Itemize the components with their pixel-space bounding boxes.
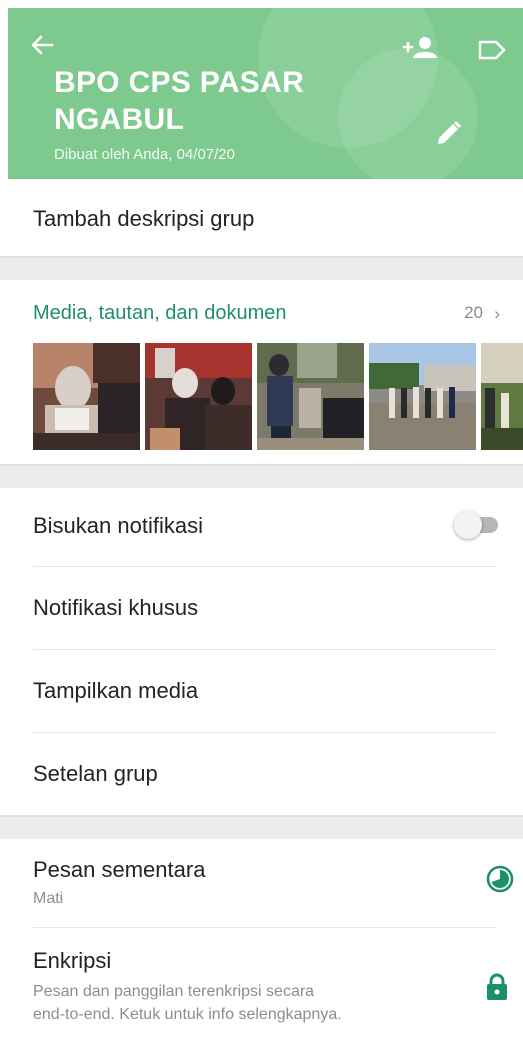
mute-notifications-row[interactable]: Bisukan notifikasi bbox=[0, 488, 523, 566]
arrow-left-icon[interactable] bbox=[28, 32, 56, 60]
section-separator bbox=[0, 815, 523, 839]
add-description-label: Tambah deskripsi grup bbox=[33, 206, 255, 231]
media-count: 20 bbox=[464, 303, 483, 322]
section-separator bbox=[0, 464, 523, 488]
add-description-row[interactable]: Tambah deskripsi grup bbox=[0, 179, 523, 256]
encryption-row[interactable]: Enkripsi Pesan dan panggilan terenkripsi… bbox=[0, 928, 523, 1033]
custom-notifications-label: Notifikasi khusus bbox=[33, 595, 199, 620]
disappearing-messages-label: Pesan sementara bbox=[33, 857, 206, 882]
encryption-desc-line1: Pesan dan panggilan terenkripsi secara bbox=[33, 983, 315, 1000]
mute-notifications-label: Bisukan notifikasi bbox=[33, 513, 203, 538]
toggle-knob bbox=[454, 511, 482, 539]
disappearing-messages-value: Mati bbox=[33, 890, 64, 907]
pencil-icon[interactable] bbox=[432, 118, 464, 150]
encryption-desc-line2: end-to-end. Ketuk untuk info selengkapny… bbox=[33, 1006, 342, 1023]
group-created-info: Dibuat oleh Anda, 04/07/20 bbox=[54, 146, 235, 163]
group-title: BPO CPS PASAR NGABUL bbox=[54, 66, 305, 136]
group-settings-row[interactable]: Setelan grup bbox=[0, 733, 523, 815]
timer-icon bbox=[486, 865, 514, 893]
add-person-icon[interactable] bbox=[402, 34, 438, 62]
chevron-right-icon: › bbox=[494, 304, 500, 323]
media-thumbnail[interactable] bbox=[257, 343, 364, 450]
media-thumbnail[interactable] bbox=[369, 343, 476, 450]
media-thumbnail[interactable] bbox=[33, 343, 140, 450]
custom-notifications-row[interactable]: Notifikasi khusus bbox=[0, 567, 523, 649]
disappearing-messages-row[interactable]: Pesan sementara Mati bbox=[0, 839, 523, 927]
encryption-label: Enkripsi bbox=[33, 948, 112, 973]
section-separator bbox=[0, 256, 523, 280]
media-visibility-label: Tampilkan media bbox=[33, 678, 199, 703]
group-settings-label: Setelan grup bbox=[33, 761, 158, 786]
media-title: Media, tautan, dan dokumen bbox=[33, 302, 287, 324]
media-visibility-row[interactable]: Tampilkan media bbox=[0, 650, 523, 732]
lock-icon bbox=[487, 973, 507, 1000]
media-header-row[interactable]: Media, tautan, dan dokumen 20 › bbox=[0, 280, 523, 338]
media-thumbnail[interactable] bbox=[145, 343, 252, 450]
label-icon[interactable] bbox=[476, 38, 508, 62]
mute-notifications-toggle[interactable] bbox=[454, 510, 500, 540]
media-thumbnail[interactable] bbox=[481, 343, 523, 450]
